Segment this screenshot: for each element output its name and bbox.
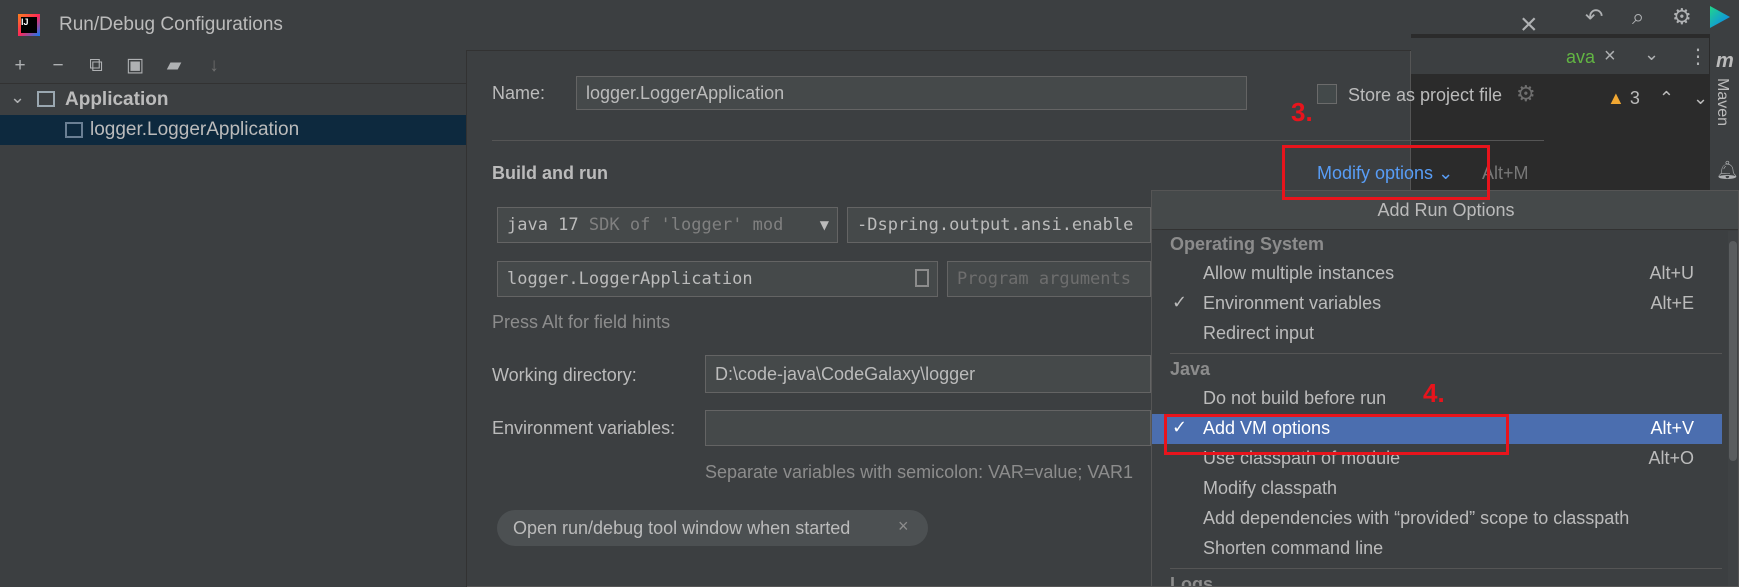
- search-icon[interactable]: ⌕: [1632, 4, 1644, 30]
- tool-window-chip[interactable]: Open run/debug tool window when started …: [497, 510, 928, 546]
- popup-scrollbar-thumb[interactable]: [1729, 241, 1737, 461]
- name-input-value: logger.LoggerApplication: [586, 83, 785, 103]
- option-label: Allow multiple instances: [1203, 263, 1395, 283]
- warning-icon: ▲: [1607, 88, 1625, 108]
- option-shortcut: Alt+V: [1650, 418, 1694, 438]
- workdir-input[interactable]: D:\code-java\CodeGalaxy\logger: [705, 355, 1151, 393]
- gear-icon[interactable]: ⚙: [1672, 4, 1692, 30]
- popup-scrollbar[interactable]: [1728, 231, 1738, 586]
- vm-options-input[interactable]: -Dspring.output.ansi.enable: [847, 207, 1151, 243]
- save-icon[interactable]: ▣: [124, 55, 146, 77]
- add-run-options-popup: Add Run Options Operating System Allow m…: [1151, 190, 1739, 587]
- tree-group-label: Application: [65, 89, 169, 110]
- section-header-logs: Logs: [1170, 574, 1213, 587]
- option-label: Redirect input: [1203, 323, 1315, 343]
- sdk-detail: SDK of 'logger' mod: [588, 215, 784, 235]
- option-shorten-command-line[interactable]: Shorten command line: [1152, 534, 1722, 564]
- chevron-down-icon[interactable]: ⌄: [1644, 44, 1659, 65]
- undo-icon[interactable]: ↶: [1585, 4, 1603, 30]
- ide-editor-tabs: ava × ⌄ ⋮: [1411, 38, 1711, 74]
- program-args-input[interactable]: Program arguments: [947, 261, 1151, 297]
- warning-count: 3: [1629, 88, 1640, 108]
- section-header-os: Operating System: [1170, 234, 1325, 254]
- chevron-up-icon[interactable]: ⌃: [1659, 88, 1674, 108]
- option-modify-classpath[interactable]: Modify classpath: [1152, 474, 1722, 504]
- application-icon: [65, 122, 83, 138]
- chevron-down-icon[interactable]: ⌄: [1693, 88, 1708, 108]
- copy-icon[interactable]: ⧉: [85, 55, 107, 77]
- section-title: Build and run: [492, 163, 608, 183]
- hint-text: Press Alt for field hints: [492, 312, 671, 332]
- chip-close-icon[interactable]: ×: [898, 516, 909, 537]
- option-allow-multiple[interactable]: Allow multiple instances Alt+U: [1152, 259, 1722, 289]
- gear-icon[interactable]: ⚙: [1516, 81, 1536, 107]
- intellij-logo-icon: IJ: [18, 14, 40, 36]
- option-label: Modify classpath: [1203, 478, 1338, 498]
- logo-icon: [1710, 6, 1730, 28]
- ide-toolbar: ↶ ⌕ ⚙: [1411, 0, 1739, 34]
- dialog-titlebar: IJ Run/Debug Configurations ×: [0, 0, 1538, 51]
- option-redirect-input[interactable]: Redirect input: [1152, 319, 1722, 349]
- sort-icon[interactable]: ↓: [203, 55, 225, 77]
- warning-indicator[interactable]: ▲ 3 ⌃ ⌄: [1607, 88, 1708, 109]
- expand-chevron-icon[interactable]: ⌄: [10, 87, 25, 108]
- more-icon[interactable]: ⋮: [1688, 44, 1708, 69]
- option-label: Add dependencies with “provided” scope t…: [1203, 508, 1630, 528]
- chip-label: Open run/debug tool window when started: [513, 518, 851, 538]
- store-checkbox[interactable]: [1317, 84, 1337, 104]
- sdk-select[interactable]: java 17 SDK of 'logger' mod ▼: [497, 207, 838, 243]
- env-hint: Separate variables with semicolon: VAR=v…: [705, 462, 1134, 482]
- sdk-main: java 17: [507, 215, 579, 235]
- section-header-java: Java: [1170, 359, 1211, 379]
- close-icon[interactable]: ×: [1520, 8, 1538, 42]
- name-label: Name:: [492, 83, 546, 103]
- name-input[interactable]: logger.LoggerApplication: [576, 76, 1247, 110]
- editor-tab-label[interactable]: ava: [1566, 47, 1595, 68]
- browse-icon[interactable]: [915, 269, 929, 287]
- tree-item-label: logger.LoggerApplication: [90, 119, 300, 140]
- main-class-value: logger.LoggerApplication: [507, 269, 753, 289]
- maven-label[interactable]: Maven: [1713, 78, 1731, 126]
- option-shortcut: Alt+E: [1650, 293, 1694, 313]
- tab-close-icon[interactable]: ×: [1604, 45, 1616, 68]
- option-add-provided-deps[interactable]: Add dependencies with “provided” scope t…: [1152, 504, 1722, 534]
- program-args-placeholder: Program arguments: [957, 269, 1131, 289]
- add-icon[interactable]: +: [9, 55, 31, 77]
- check-icon: ✓: [1172, 292, 1188, 312]
- notifications-icon[interactable]: 🔔︎: [1716, 160, 1739, 181]
- tree-group-application[interactable]: ⌄ Application: [0, 85, 466, 115]
- option-shortcut: Alt+U: [1649, 263, 1694, 283]
- option-label: Environment variables: [1203, 293, 1382, 313]
- option-label: Shorten command line: [1203, 538, 1384, 558]
- annotation-box-modify-options: [1282, 145, 1490, 200]
- option-shortcut: Alt+O: [1648, 448, 1694, 468]
- application-icon: [37, 91, 55, 107]
- workdir-label: Working directory:: [492, 365, 637, 385]
- dropdown-arrow-icon: ▼: [819, 218, 829, 232]
- remove-icon[interactable]: −: [47, 55, 69, 77]
- env-input[interactable]: [705, 410, 1151, 446]
- section-separator: [492, 140, 1544, 141]
- store-label: Store as project file: [1348, 85, 1503, 105]
- annotation-step4: 4.: [1423, 378, 1445, 408]
- workdir-value: D:\code-java\CodeGalaxy\logger: [715, 364, 976, 384]
- folder-add-icon[interactable]: ▰: [163, 55, 185, 77]
- env-label: Environment variables:: [492, 418, 676, 438]
- option-environment-variables[interactable]: ✓ Environment variables Alt+E: [1152, 289, 1722, 319]
- main-class-input[interactable]: logger.LoggerApplication: [497, 261, 938, 297]
- annotation-step3: 3.: [1291, 97, 1313, 127]
- vm-options-value: -Dspring.output.ansi.enable: [857, 215, 1134, 235]
- option-label: Do not build before run: [1203, 388, 1387, 408]
- annotation-box-add-vm: [1164, 414, 1509, 455]
- tree-toolbar: [0, 50, 466, 84]
- tree-item-logger-application[interactable]: logger.LoggerApplication: [0, 115, 466, 145]
- dialog-title: Run/Debug Configurations: [59, 14, 283, 35]
- maven-icon[interactable]: m: [1716, 50, 1734, 73]
- section-separator: [1170, 568, 1722, 569]
- section-separator: [1170, 353, 1722, 354]
